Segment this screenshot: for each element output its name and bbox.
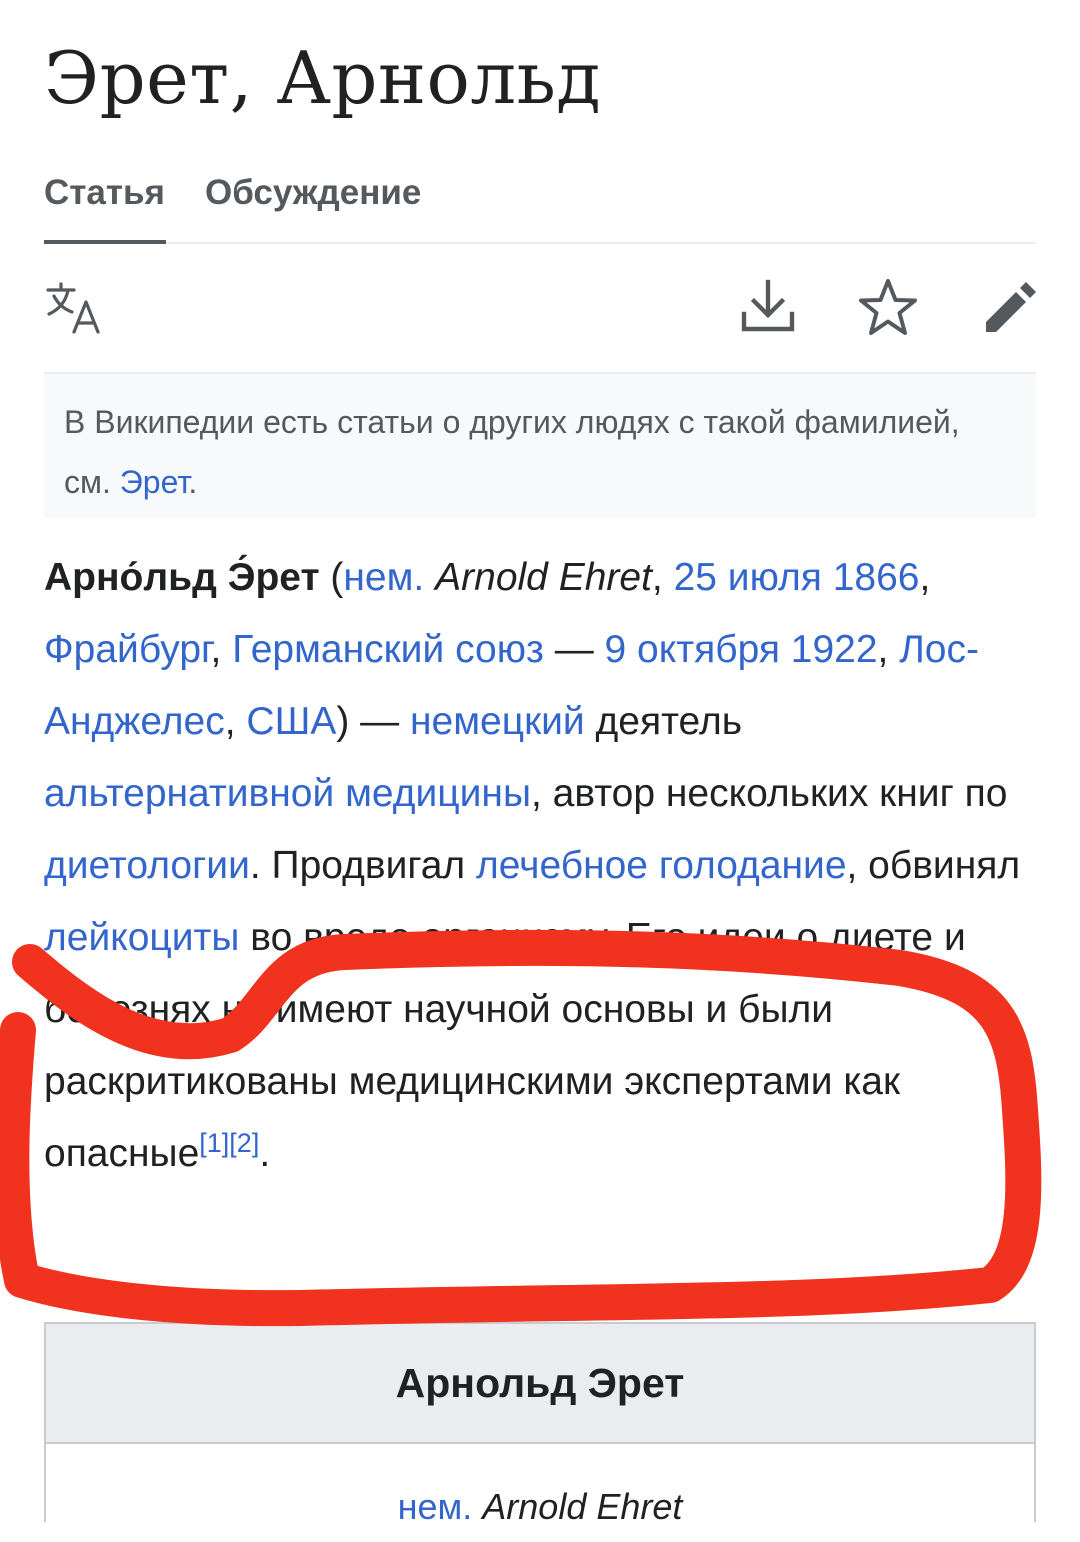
download-icon[interactable] bbox=[736, 276, 800, 340]
link-cells[interactable]: лейкоциты bbox=[44, 916, 239, 959]
lead-paragraph: Арно́льд Э́рет (нем. Arnold Ehret, 25 ию… bbox=[44, 556, 1021, 1175]
page-title: Эрет, Арнольд bbox=[44, 36, 602, 120]
link-topic[interactable]: диетологии bbox=[44, 844, 250, 887]
infobox: Арнольд Эрет нем. Arnold Ehret bbox=[44, 1322, 1036, 1527]
link-practice[interactable]: лечебное голодание bbox=[476, 844, 847, 887]
edit-pencil-icon[interactable] bbox=[978, 276, 1042, 340]
page-actions-toolbar bbox=[44, 276, 1036, 340]
page-tabs: Статья Обсуждение bbox=[44, 168, 1036, 244]
link-field[interactable]: альтернативной медицины bbox=[44, 772, 531, 815]
native-name: Arnold Ehret bbox=[435, 556, 652, 599]
infobox-native-name: нем. Arnold Ehret bbox=[46, 1442, 1034, 1527]
tab-talk[interactable]: Обсуждение bbox=[205, 168, 421, 218]
reference-2[interactable]: [2] bbox=[229, 1128, 259, 1158]
link-nationality[interactable]: немецкий bbox=[410, 700, 585, 743]
hatnote-text: В Википедии есть статьи о других людях с… bbox=[64, 404, 960, 500]
disambiguation-hatnote: В Википедии есть статьи о других людях с… bbox=[44, 372, 1036, 518]
subject-name: Арно́льд Э́рет bbox=[44, 556, 320, 599]
hatnote-link[interactable]: Эрет bbox=[120, 464, 189, 500]
star-icon[interactable] bbox=[856, 276, 920, 340]
language-icon[interactable] bbox=[44, 276, 108, 340]
link-birth-country[interactable]: Германский союз bbox=[232, 628, 544, 671]
reference-1[interactable]: [1] bbox=[199, 1128, 229, 1158]
tab-article[interactable]: Статья bbox=[44, 168, 166, 244]
link-lang[interactable]: нем. bbox=[343, 556, 424, 599]
link-birth-city[interactable]: Фрайбург bbox=[44, 628, 211, 671]
link-birth-date[interactable]: 25 июля 1866 bbox=[674, 556, 920, 599]
link-death-country[interactable]: США bbox=[246, 700, 336, 743]
infobox-title: Арнольд Эрет bbox=[46, 1324, 1034, 1442]
link-death-date[interactable]: 9 октября 1922 bbox=[605, 628, 878, 671]
infobox-lang-link[interactable]: нем. bbox=[398, 1486, 473, 1527]
